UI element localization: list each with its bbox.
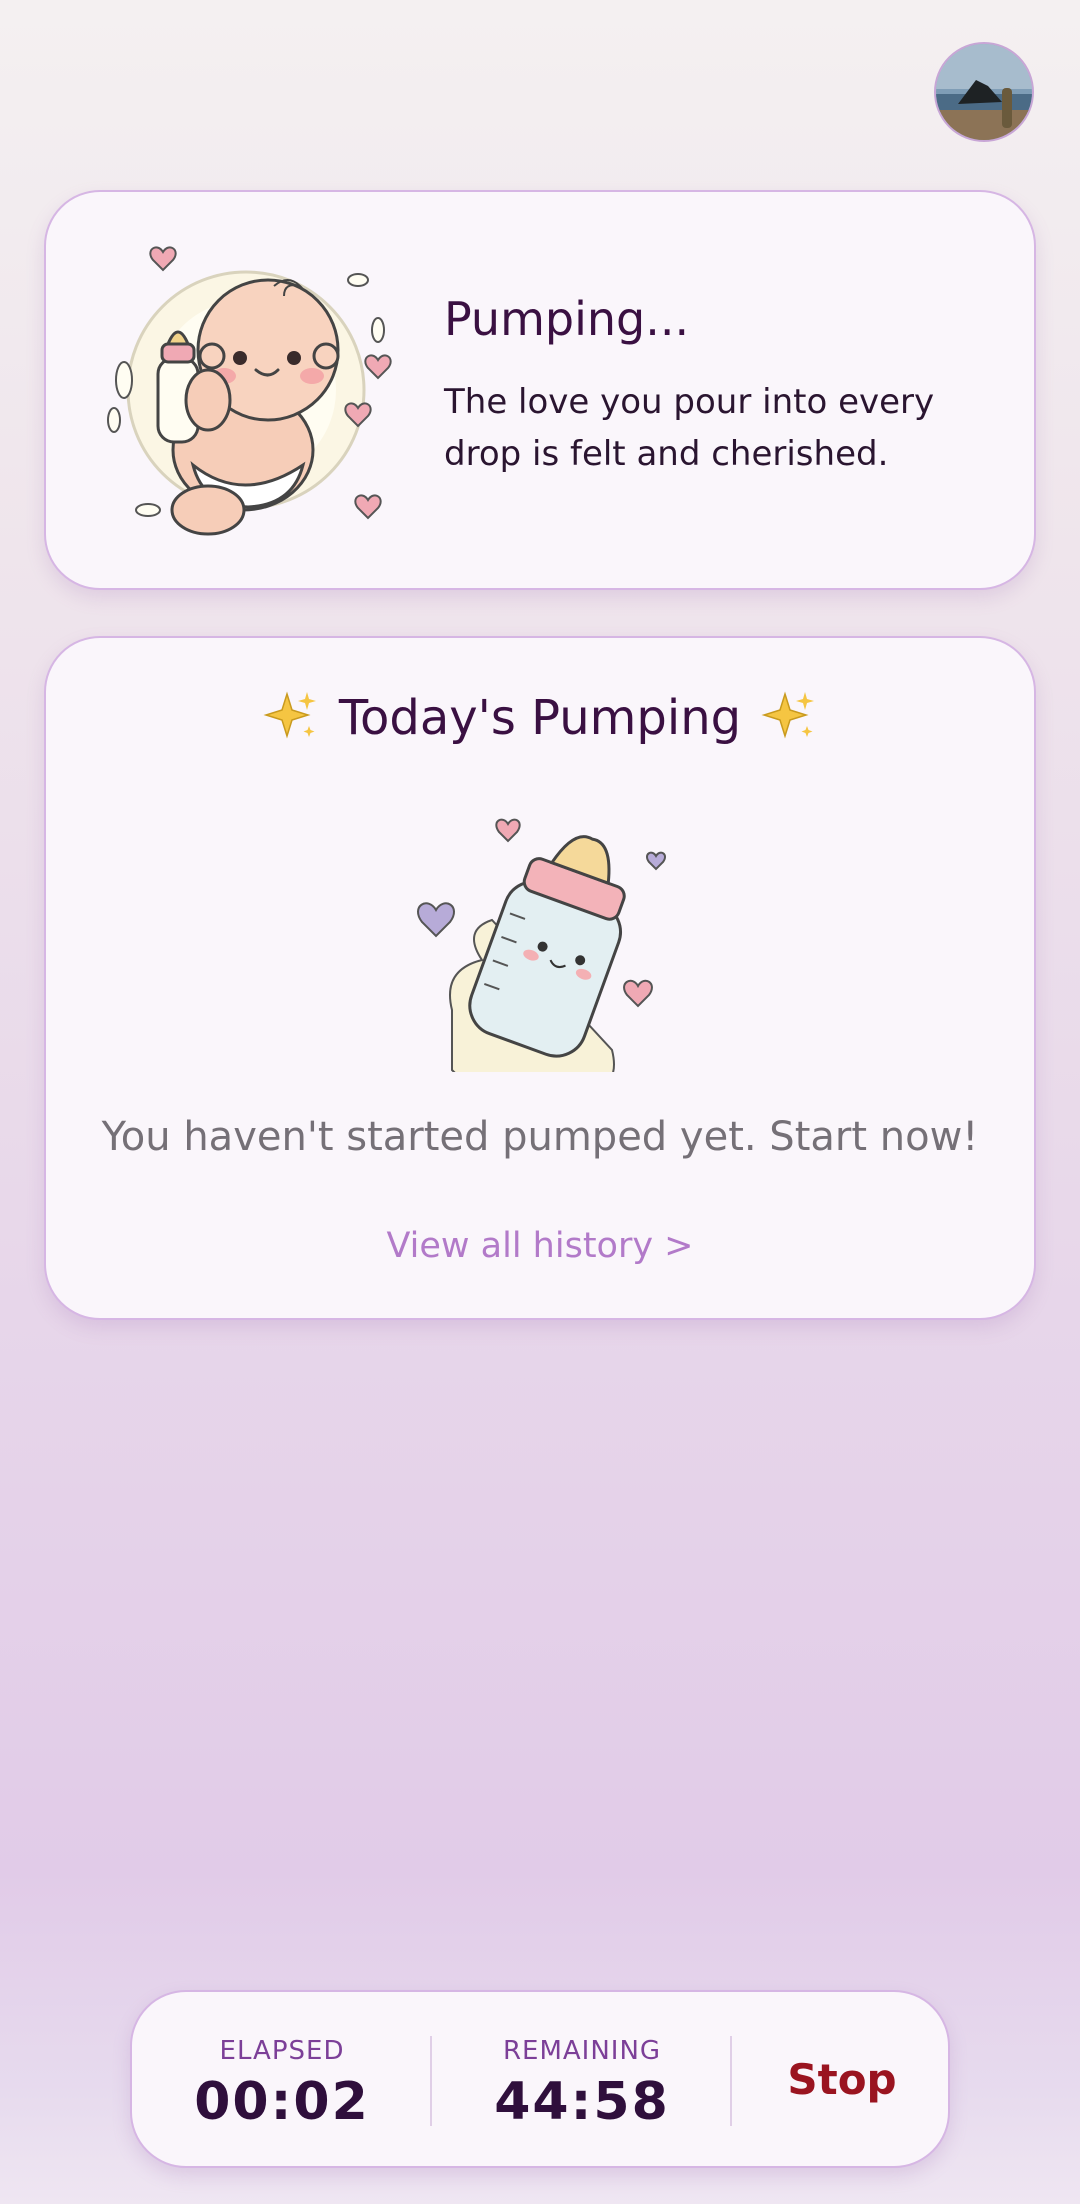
stop-button[interactable]: Stop	[732, 1992, 952, 2166]
remaining-label: REMAINING	[502, 2036, 662, 2066]
elapsed-section: ELAPSED 00:02	[132, 1992, 432, 2166]
view-history-link[interactable]: View all history >	[46, 1226, 1034, 1266]
status-title: Pumping...	[444, 292, 690, 346]
empty-state-message: You haven't started pumped yet. Start no…	[101, 1114, 979, 1160]
elapsed-label: ELAPSED	[219, 2036, 345, 2066]
sparkle-icon	[761, 691, 815, 739]
remaining-value: 44:58	[494, 2072, 670, 2132]
avatar-photo	[936, 44, 1032, 140]
remaining-section: REMAINING 44:58	[432, 1992, 732, 2166]
avatar[interactable]	[934, 42, 1034, 142]
status-message: The love you pour into every drop is fel…	[444, 382, 935, 474]
elapsed-value: 00:02	[194, 2072, 370, 2132]
today-pumping-title: Today's Pumping	[338, 690, 742, 746]
today-pumping-header: Today's Pumping	[46, 688, 1034, 746]
sparkle-icon	[263, 691, 316, 739]
baby-bottle-illustration	[417, 818, 666, 1072]
baby-illustration	[107, 246, 392, 536]
status-card: Pumping... The love you pour into every …	[44, 190, 1036, 590]
today-pumping-card: Today's Pumping You haven't started pump…	[44, 636, 1036, 1320]
pumping-timer-bar: ELAPSED 00:02 REMAINING 44:58 Stop	[130, 1990, 950, 2168]
